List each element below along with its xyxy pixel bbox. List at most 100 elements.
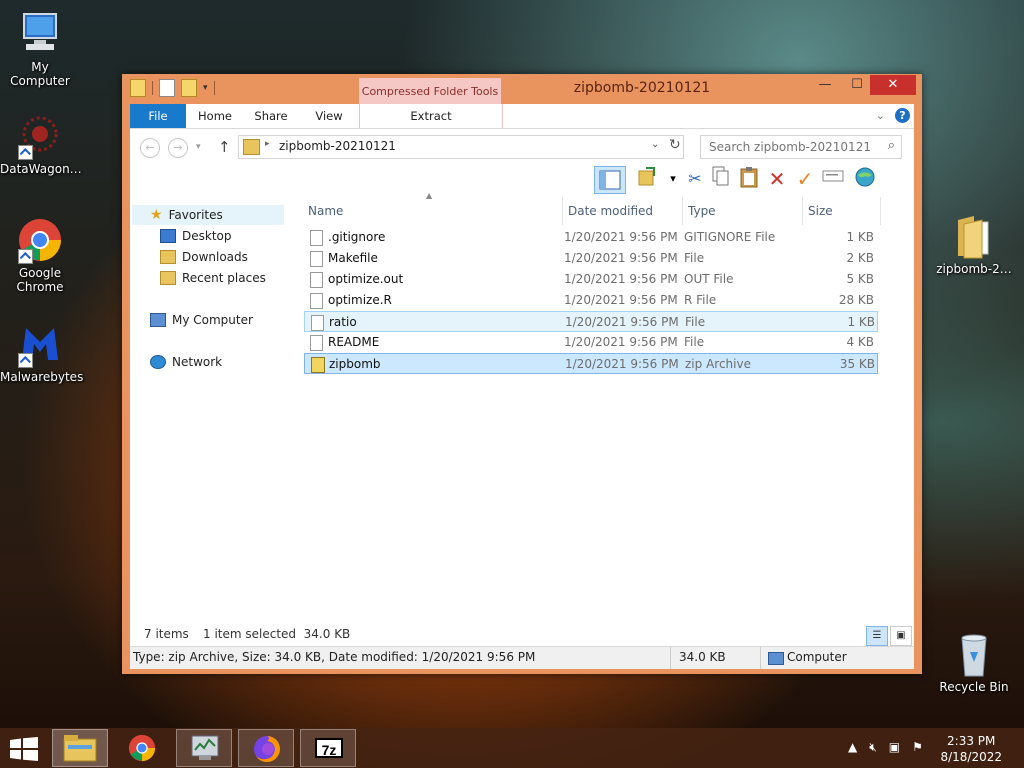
copy-icon[interactable] [708, 166, 734, 192]
close-button[interactable]: ✕ [870, 75, 916, 95]
check-icon[interactable]: ✓ [792, 166, 818, 192]
column-header-date[interactable]: Date modified [568, 197, 653, 225]
nav-favorites[interactable]: ★ Favorites [132, 205, 284, 225]
file-name: ratio [329, 315, 357, 329]
nav-recent-places[interactable]: Recent places [160, 268, 266, 288]
title-bar[interactable]: ▾ Compressed Folder Tools zipbomb-202101… [122, 74, 922, 104]
file-size: 4 KB [846, 335, 874, 349]
chevron-down-icon[interactable]: ⌄ [651, 139, 659, 150]
column-divider[interactable] [880, 197, 881, 225]
delete-icon[interactable]: ✕ [764, 166, 790, 192]
item-count: 7 items [144, 627, 189, 641]
preview-pane-button[interactable] [594, 166, 626, 194]
file-row[interactable]: .gitignore 1/20/2021 9:56 PM GITIGNORE F… [304, 227, 878, 248]
tab-extract[interactable]: Extract [359, 104, 503, 128]
search-box[interactable]: ⌕ [700, 135, 902, 159]
recent-places-icon [160, 271, 176, 285]
file-date: 1/20/2021 9:56 PM [564, 335, 678, 349]
nav-network[interactable]: Network [150, 352, 222, 372]
nav-desktop[interactable]: Desktop [160, 226, 232, 246]
column-divider[interactable] [682, 197, 683, 225]
file-row[interactable]: Makefile 1/20/2021 9:56 PM File 2 KB [304, 248, 878, 269]
column-divider[interactable] [802, 197, 803, 225]
computer-icon [768, 652, 784, 665]
extract-folder-icon[interactable] [634, 166, 660, 192]
paste-icon[interactable] [736, 166, 762, 192]
tab-home[interactable]: Home [192, 104, 238, 128]
details-view-icon[interactable]: ☰ [866, 626, 888, 646]
desktop-icon-recycle-bin[interactable]: Recycle Bin [934, 630, 1014, 694]
desktop-icon-label: My Computer [10, 60, 70, 88]
file-row-selected[interactable]: zipbomb 1/20/2021 9:56 PM zip Archive 35… [304, 353, 878, 374]
file-row[interactable]: optimize.R 1/20/2021 9:56 PM R File 28 K… [304, 290, 878, 311]
file-icon [310, 293, 323, 309]
file-row[interactable]: README 1/20/2021 9:56 PM File 4 KB [304, 332, 878, 353]
desktop-icon-malwarebytes[interactable]: Malwarebytes [0, 320, 83, 384]
expand-ribbon-icon[interactable]: ⌄ [876, 109, 885, 122]
taskbar-file-explorer[interactable] [52, 729, 108, 767]
refresh-icon[interactable]: ↻ [669, 137, 681, 153]
navigation-pane: ★ Favorites Desktop Downloads Recent pla… [130, 197, 290, 617]
nav-my-computer[interactable]: My Computer [150, 310, 253, 330]
globe-icon[interactable] [852, 166, 878, 192]
desktop-icon-zipbomb-folder[interactable]: zipbomb-2… [934, 212, 1014, 276]
properties-icon[interactable] [159, 79, 175, 97]
7zip-icon: 7z [315, 738, 343, 758]
file-icon [310, 335, 323, 351]
file-size: 2 KB [846, 251, 874, 265]
column-header-size[interactable]: Size [808, 197, 833, 225]
column-header-name[interactable]: Name [308, 197, 343, 225]
taskbar-task-manager[interactable] [176, 729, 232, 767]
taskbar-firefox[interactable] [238, 729, 294, 767]
address-bar[interactable]: ▸ zipbomb-20210121 ⌄ ↻ [238, 135, 684, 159]
tab-file[interactable]: File [130, 104, 186, 128]
minimize-button[interactable]: — [812, 75, 838, 95]
volume-muted-icon[interactable]: 🔇︎ [869, 740, 877, 755]
desktop-icon-datawagon[interactable]: DataWagon… [0, 112, 82, 176]
recycle-bin-icon [950, 630, 998, 678]
column-divider[interactable] [562, 197, 563, 225]
file-name: optimize.R [328, 293, 392, 307]
desktop-icon-label: DataWagon… [0, 162, 82, 176]
search-icon[interactable]: ⌕ [888, 138, 895, 153]
maximize-button[interactable]: ☐ [844, 75, 870, 95]
search-input[interactable] [707, 139, 876, 155]
details-text: Type: zip Archive, Size: 34.0 KB, Date m… [133, 650, 536, 664]
chevron-right-icon[interactable]: ▸ [265, 139, 270, 149]
network-icon[interactable]: ▣ [889, 740, 900, 755]
start-button[interactable] [0, 729, 48, 767]
show-hidden-icons-icon[interactable]: ▲ [848, 740, 857, 755]
shortcut-arrow-icon [18, 145, 33, 160]
nav-label: Recent places [182, 271, 266, 285]
recent-locations-icon[interactable]: ▾ [196, 142, 201, 152]
desktop-icon-google-chrome[interactable]: Google Chrome [0, 216, 80, 294]
clock-date: 8/18/2022 [940, 750, 1002, 764]
tab-share[interactable]: Share [248, 104, 294, 128]
large-icons-view-icon[interactable]: ▣ [890, 626, 912, 646]
action-center-icon[interactable]: ⚑ [912, 740, 923, 755]
computer-icon [150, 313, 166, 327]
malwarebytes-icon [16, 320, 64, 368]
taskbar-chrome[interactable] [114, 729, 170, 767]
forward-button[interactable]: → [168, 138, 188, 158]
star-icon: ★ [150, 207, 163, 223]
file-explorer-icon [63, 735, 97, 762]
file-row[interactable]: optimize.out 1/20/2021 9:56 PM OUT File … [304, 269, 878, 290]
new-folder-icon[interactable] [181, 79, 197, 97]
file-type: File [684, 251, 705, 265]
help-icon[interactable]: ? [895, 108, 910, 123]
back-button[interactable]: ← [140, 138, 160, 158]
column-header-type[interactable]: Type [688, 197, 716, 225]
taskbar-7zip[interactable]: 7z [300, 729, 356, 767]
up-button[interactable]: ↑ [218, 138, 231, 156]
file-row[interactable]: ratio 1/20/2021 9:56 PM File 1 KB [304, 311, 878, 332]
rename-icon[interactable] [820, 166, 846, 192]
clock[interactable]: 2:33 PM 8/18/2022 [940, 732, 1002, 764]
customize-qat-icon[interactable]: ▾ [203, 83, 208, 93]
cut-icon[interactable]: ✂ [682, 166, 708, 192]
tab-view[interactable]: View [306, 104, 352, 128]
window-title: zipbomb-20210121 [573, 80, 711, 96]
desktop-icon-my-computer[interactable]: My Computer [0, 10, 80, 88]
address-path[interactable]: zipbomb-20210121 [279, 139, 396, 153]
nav-downloads[interactable]: Downloads [160, 247, 248, 267]
